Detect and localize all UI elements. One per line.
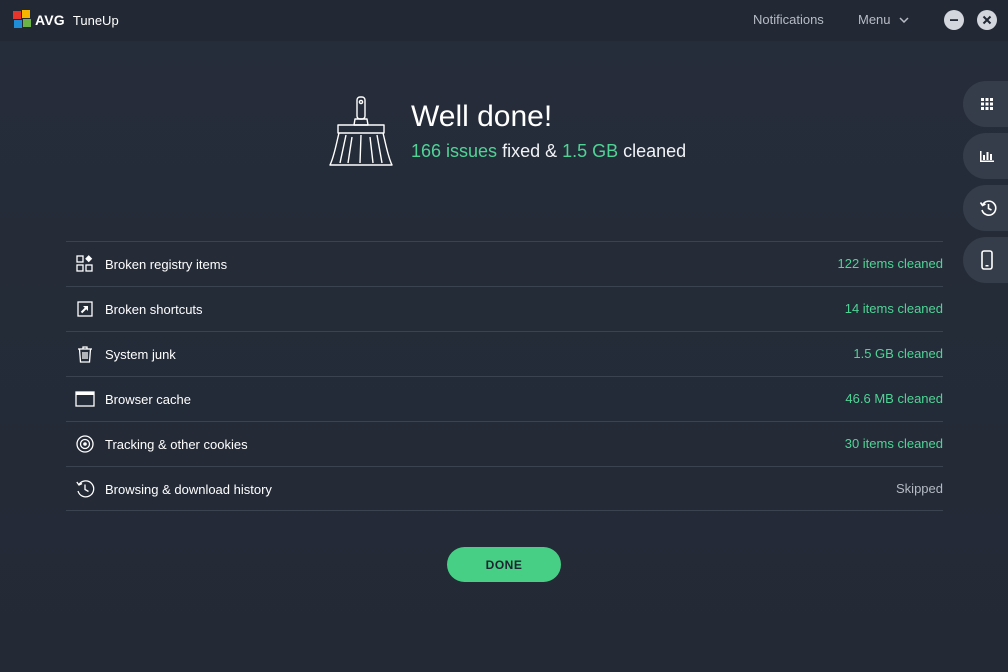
sidebar-tab-mobile[interactable] xyxy=(963,237,1008,283)
broom-icon xyxy=(329,96,393,166)
cleaned-text: cleaned xyxy=(618,141,687,161)
close-button[interactable] xyxy=(977,10,997,30)
minimize-button[interactable] xyxy=(944,10,964,30)
menu-label: Menu xyxy=(858,12,891,27)
summary-line: 166 issues fixed & 1.5 GB cleaned xyxy=(411,141,686,162)
list-item: Broken registry items 122 items cleaned xyxy=(66,241,943,286)
browser-window-icon xyxy=(75,391,95,407)
row-status: 30 items cleaned xyxy=(844,436,943,451)
title-bar: AVG TuneUp Notifications Menu xyxy=(0,0,1008,41)
minimize-icon xyxy=(950,19,958,21)
shortcut-icon xyxy=(77,301,93,317)
sidebar-tab-history[interactable] xyxy=(963,185,1008,231)
performance-chart-icon xyxy=(980,151,994,162)
row-label: Browsing & download history xyxy=(105,482,272,497)
avg-logo-icon xyxy=(13,10,31,28)
menu-dropdown[interactable]: Menu xyxy=(858,12,909,27)
notifications-link[interactable]: Notifications xyxy=(753,12,824,27)
mobile-device-icon xyxy=(981,250,993,270)
target-icon xyxy=(76,435,94,453)
results-list: Broken registry items 122 items cleaned … xyxy=(66,241,943,511)
registry-icon xyxy=(76,255,93,272)
issues-count: 166 issues xyxy=(411,141,498,161)
chevron-down-icon xyxy=(899,16,909,23)
history-icon xyxy=(979,200,997,216)
brand-name: AVG xyxy=(35,12,65,28)
sidebar-tab-apps[interactable] xyxy=(963,81,1008,127)
row-status: 46.6 MB cleaned xyxy=(845,391,943,406)
cleaned-size: 1.5 GB xyxy=(562,141,619,161)
row-status: 14 items cleaned xyxy=(844,301,943,316)
apps-grid-icon xyxy=(981,98,993,110)
done-button[interactable]: DONE xyxy=(447,547,561,582)
row-label: Broken registry items xyxy=(105,257,228,272)
page-title: Well done! xyxy=(411,100,553,133)
list-item: Browser cache 46.6 MB cleaned xyxy=(66,376,943,421)
list-item: System junk 1.5 GB cleaned xyxy=(66,331,943,376)
row-label: Broken shortcuts xyxy=(105,302,203,317)
fixed-text: fixed & xyxy=(497,141,563,161)
row-status: Skipped xyxy=(896,481,943,496)
product-name: TuneUp xyxy=(72,12,119,28)
history-clock-icon xyxy=(76,480,95,498)
row-status: 122 items cleaned xyxy=(837,256,943,271)
list-item: Broken shortcuts 14 items cleaned xyxy=(66,286,943,331)
list-item: Browsing & download history Skipped xyxy=(66,466,943,511)
app-logo: AVG TuneUp xyxy=(12,9,119,31)
sidebar-tab-performance[interactable] xyxy=(963,133,1008,179)
row-label: Tracking & other cookies xyxy=(105,437,248,452)
row-label: System junk xyxy=(105,347,176,362)
close-icon xyxy=(982,15,992,25)
row-label: Browser cache xyxy=(105,392,191,407)
row-status: 1.5 GB cleaned xyxy=(853,346,943,361)
trash-icon xyxy=(78,346,92,363)
list-item: Tracking & other cookies 30 items cleane… xyxy=(66,421,943,466)
